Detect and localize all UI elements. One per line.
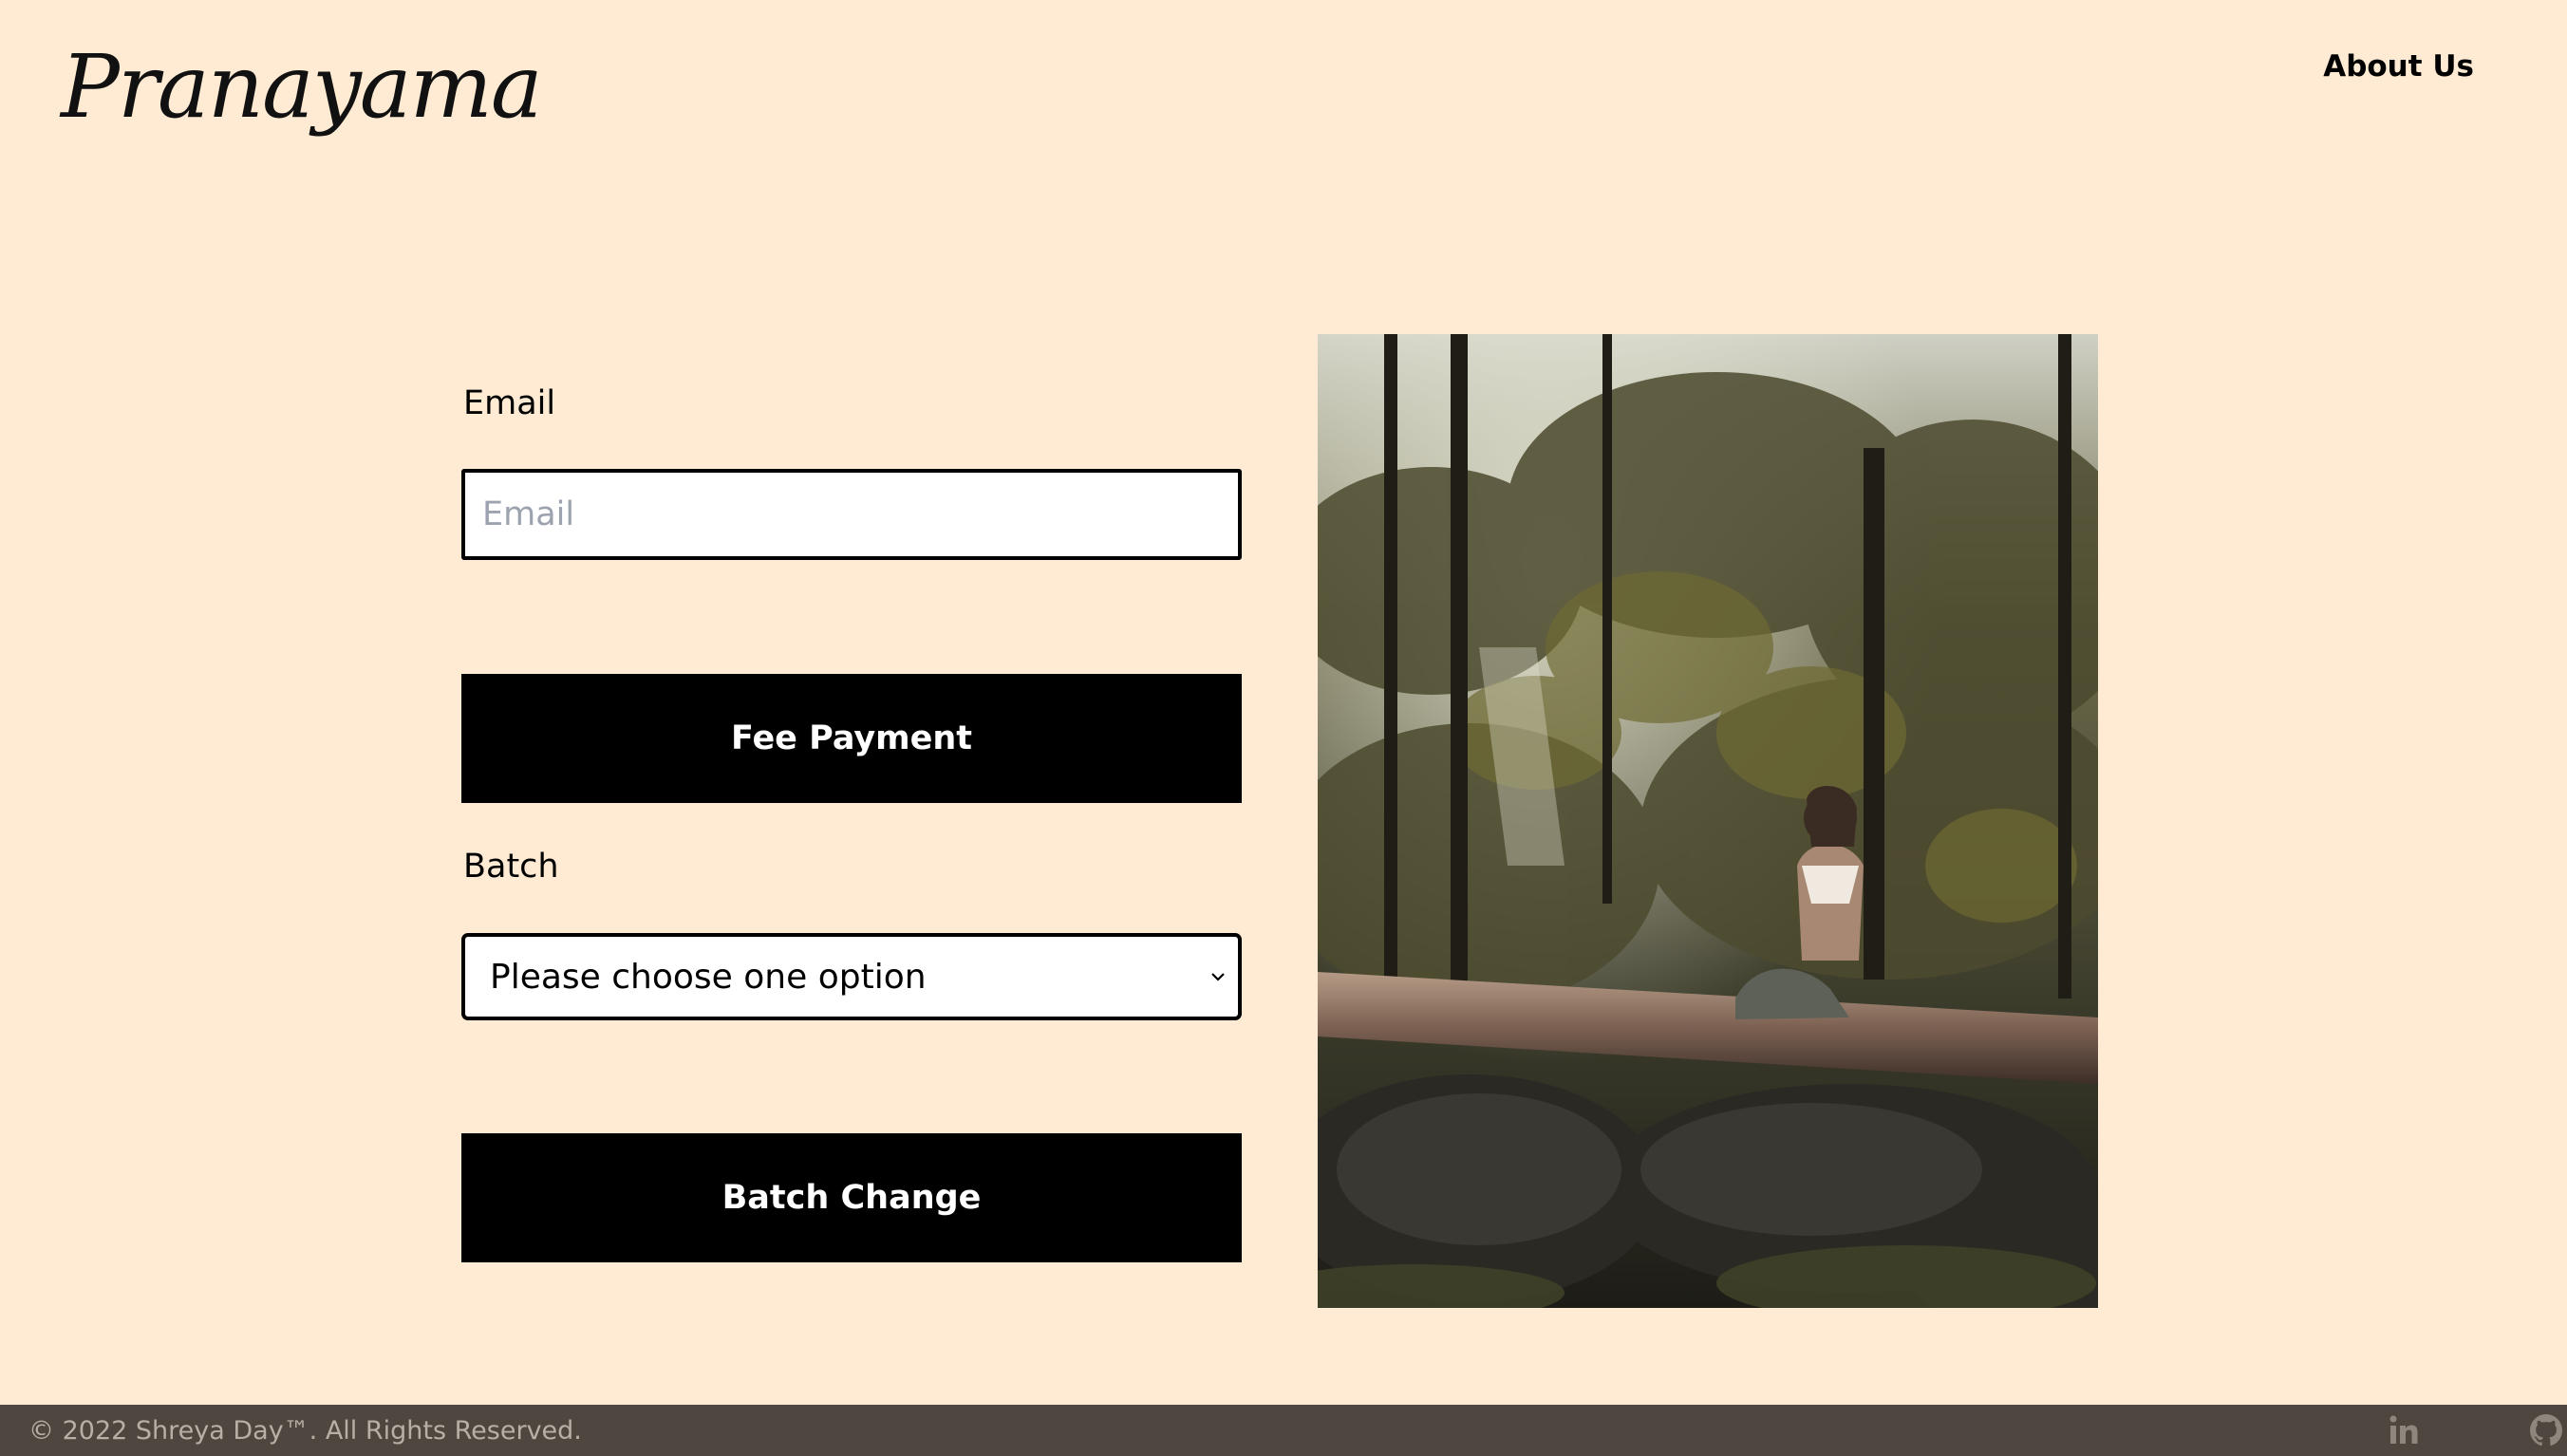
- github-icon[interactable]: [2525, 1409, 2567, 1451]
- email-input[interactable]: [461, 469, 1242, 560]
- fee-payment-button[interactable]: Fee Payment: [461, 674, 1242, 803]
- copyright-text: © 2022 Shreya Day™. All Rights Reserved.: [28, 1415, 582, 1446]
- chevron-down-icon: [1211, 973, 1225, 981]
- footer: © 2022 Shreya Day™. All Rights Reserved.: [0, 1405, 2567, 1456]
- linkedin-icon[interactable]: [2383, 1409, 2425, 1451]
- nav-about-us-link[interactable]: About Us: [2323, 49, 2474, 84]
- batch-label: Batch: [463, 848, 559, 886]
- logo[interactable]: Pranayama: [61, 36, 543, 138]
- batch-change-button[interactable]: Batch Change: [461, 1133, 1242, 1262]
- batch-select-value: Please choose one option: [490, 957, 927, 997]
- yoga-forest-photo: [1318, 334, 2098, 1308]
- email-label: Email: [463, 384, 556, 422]
- batch-select[interactable]: Please choose one option: [461, 933, 1242, 1020]
